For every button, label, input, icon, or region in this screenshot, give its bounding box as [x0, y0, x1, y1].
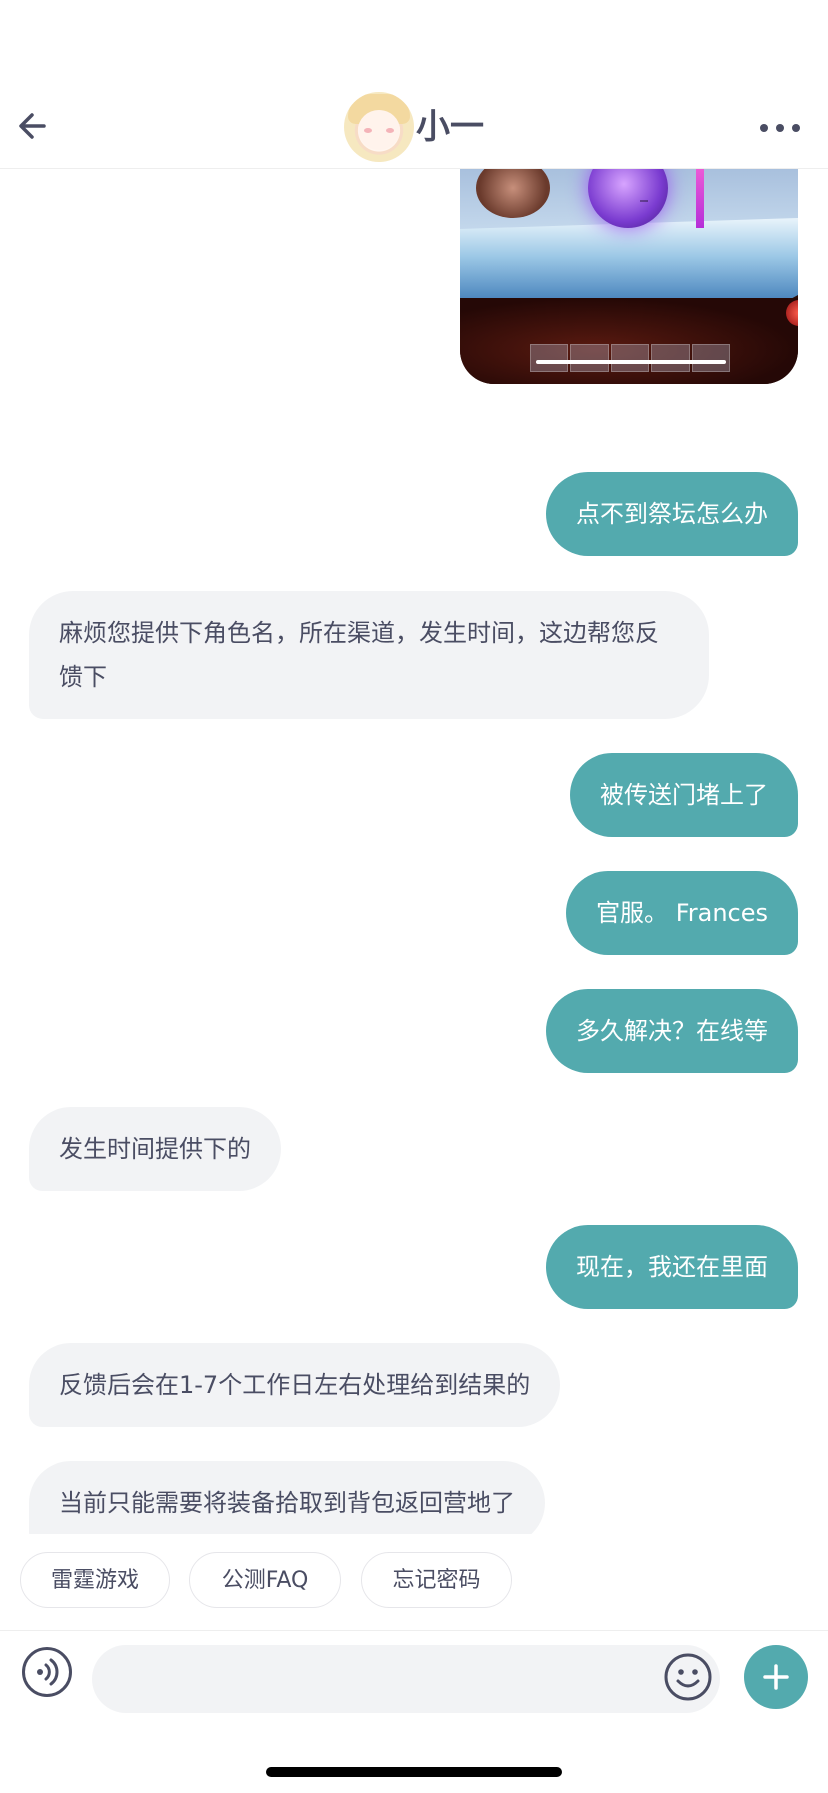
- plus-button[interactable]: [744, 1645, 808, 1709]
- voice-button[interactable]: [22, 1647, 72, 1697]
- quick-reply-button[interactable]: 忘记密码: [361, 1552, 512, 1608]
- incoming-message[interactable]: 反馈后会在1-7个工作日左右处理给到结果的: [29, 1343, 561, 1427]
- quick-reply-button[interactable]: 雷霆游戏: [20, 1552, 170, 1608]
- outgoing-message[interactable]: 多久解决？在线等: [546, 989, 798, 1073]
- quick-reply-bar: 雷霆游戏 公测FAQ 忘记密码: [0, 1534, 828, 1630]
- avatar[interactable]: [344, 92, 414, 162]
- image-message[interactable]: [460, 168, 798, 384]
- incoming-message[interactable]: 当前只能需要将装备拾取到背包返回营地了: [29, 1461, 545, 1534]
- outgoing-message[interactable]: 现在，我还在里面: [546, 1225, 798, 1309]
- contact-name: 小一: [416, 107, 484, 147]
- more-dots-icon: [760, 124, 768, 132]
- back-arrow-icon: [19, 113, 46, 139]
- incoming-message[interactable]: 发生时间提供下的: [29, 1107, 281, 1191]
- message-input[interactable]: [92, 1645, 720, 1713]
- quick-reply-button[interactable]: 公测FAQ: [189, 1552, 341, 1608]
- chat-header: 小一: [0, 0, 828, 169]
- outgoing-message[interactable]: 被传送门堵上了: [570, 753, 798, 837]
- incoming-message[interactable]: 麻烦您提供下角色名，所在渠道，发生时间，这边帮您反馈下: [29, 591, 709, 719]
- emoji-icon: [664, 1653, 712, 1701]
- more-button[interactable]: [756, 112, 804, 142]
- emoji-button[interactable]: [662, 1651, 714, 1703]
- chat-message-list[interactable]: 点不到祭坛怎么办 麻烦您提供下角色名，所在渠道，发生时间，这边帮您反馈下 被传送…: [0, 168, 828, 1534]
- input-bar: [0, 1630, 828, 1793]
- plus-icon: [763, 1664, 789, 1690]
- outgoing-message[interactable]: 点不到祭坛怎么办: [546, 472, 798, 556]
- voice-icon: [37, 1658, 59, 1686]
- back-button[interactable]: [14, 106, 54, 146]
- outgoing-message[interactable]: 官服。 Frances: [566, 871, 798, 955]
- home-indicator: [266, 1767, 562, 1777]
